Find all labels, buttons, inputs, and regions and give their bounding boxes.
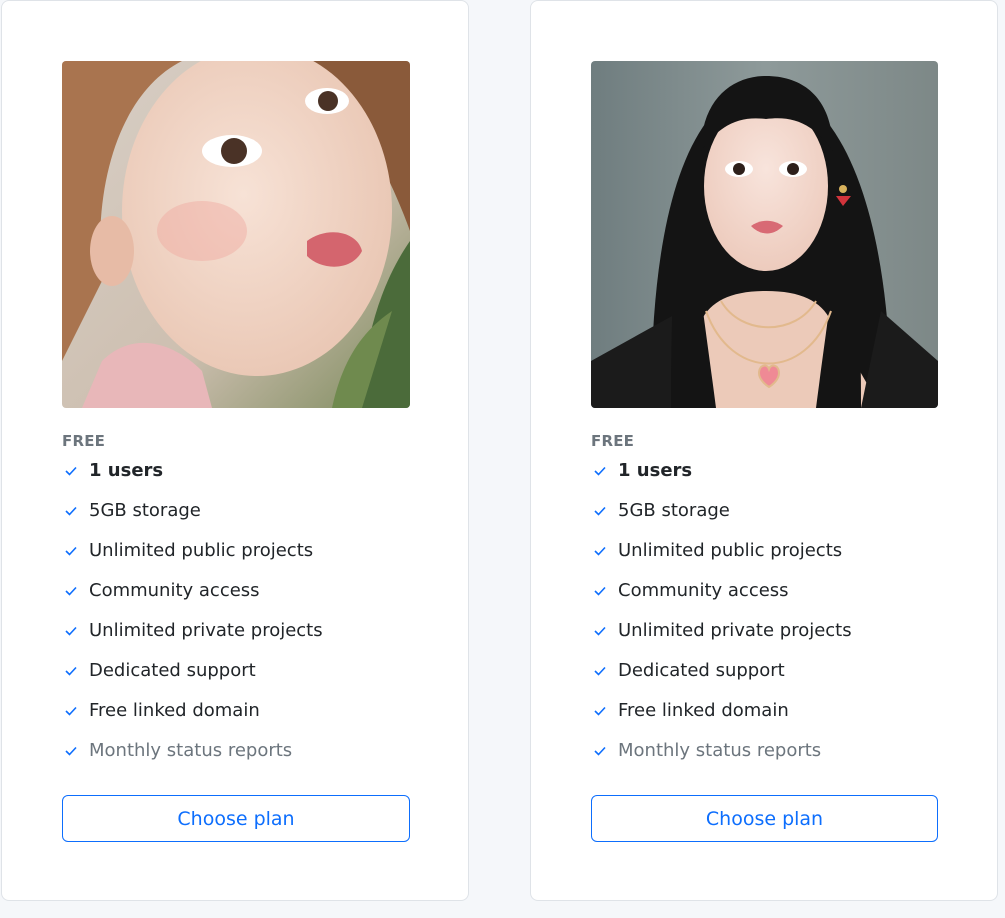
- check-icon: [594, 453, 608, 489]
- pricing-card-1: FREE 1 users 5GB storage Unlimited publi…: [1, 0, 469, 901]
- feature-label: 1 users: [618, 460, 693, 481]
- feature-label: Community access: [618, 580, 789, 601]
- check-icon: [594, 693, 608, 729]
- feature-label: Monthly status reports: [89, 740, 293, 761]
- pricing-card-2: FREE 1 users 5GB storage Unlimited publi…: [530, 0, 998, 901]
- feature-label: Unlimited private projects: [89, 620, 323, 641]
- check-icon: [594, 613, 608, 649]
- check-icon: [594, 653, 608, 689]
- check-icon: [594, 733, 608, 769]
- check-icon: [65, 613, 79, 649]
- feature-label: Unlimited public projects: [618, 540, 843, 561]
- feature-label: Unlimited private projects: [618, 620, 852, 641]
- feature-label: Free linked domain: [89, 700, 260, 721]
- choose-plan-button[interactable]: Choose plan: [62, 795, 410, 842]
- feature-item: Free linked domain: [591, 693, 852, 733]
- feature-item: 1 users: [62, 453, 323, 493]
- feature-item: Dedicated support: [62, 653, 323, 693]
- feature-label: 1 users: [89, 460, 164, 481]
- check-icon: [594, 533, 608, 569]
- feature-list: 1 users 5GB storage Unlimited public pro…: [591, 453, 852, 773]
- feature-item: 1 users: [591, 453, 852, 493]
- plan-photo: [62, 61, 410, 408]
- feature-item: Community access: [62, 573, 323, 613]
- check-icon: [594, 493, 608, 529]
- feature-item: Free linked domain: [62, 693, 323, 733]
- feature-item: Unlimited private projects: [62, 613, 323, 653]
- check-icon: [65, 693, 79, 729]
- plan-tier: FREE: [591, 432, 635, 450]
- check-icon: [65, 493, 79, 529]
- feature-label: 5GB storage: [618, 500, 730, 521]
- feature-item: Dedicated support: [591, 653, 852, 693]
- check-icon: [65, 453, 79, 489]
- feature-item: Monthly status reports: [591, 733, 852, 773]
- feature-label: Community access: [89, 580, 260, 601]
- feature-label: Unlimited public projects: [89, 540, 314, 561]
- check-icon: [65, 533, 79, 569]
- feature-item: Community access: [591, 573, 852, 613]
- feature-item: 5GB storage: [62, 493, 323, 533]
- check-icon: [65, 653, 79, 689]
- check-icon: [65, 573, 79, 609]
- feature-label: 5GB storage: [89, 500, 201, 521]
- feature-item: Monthly status reports: [62, 733, 323, 773]
- check-icon: [65, 733, 79, 769]
- feature-label: Dedicated support: [89, 660, 256, 681]
- plan-tier: FREE: [62, 432, 106, 450]
- check-icon: [594, 573, 608, 609]
- choose-plan-button[interactable]: Choose plan: [591, 795, 938, 842]
- plan-photo: [591, 61, 938, 408]
- feature-item: Unlimited private projects: [591, 613, 852, 653]
- feature-list: 1 users 5GB storage Unlimited public pro…: [62, 453, 323, 773]
- feature-item: Unlimited public projects: [591, 533, 852, 573]
- feature-item: Unlimited public projects: [62, 533, 323, 573]
- feature-label: Free linked domain: [618, 700, 789, 721]
- feature-label: Dedicated support: [618, 660, 785, 681]
- feature-label: Monthly status reports: [618, 740, 822, 761]
- feature-item: 5GB storage: [591, 493, 852, 533]
